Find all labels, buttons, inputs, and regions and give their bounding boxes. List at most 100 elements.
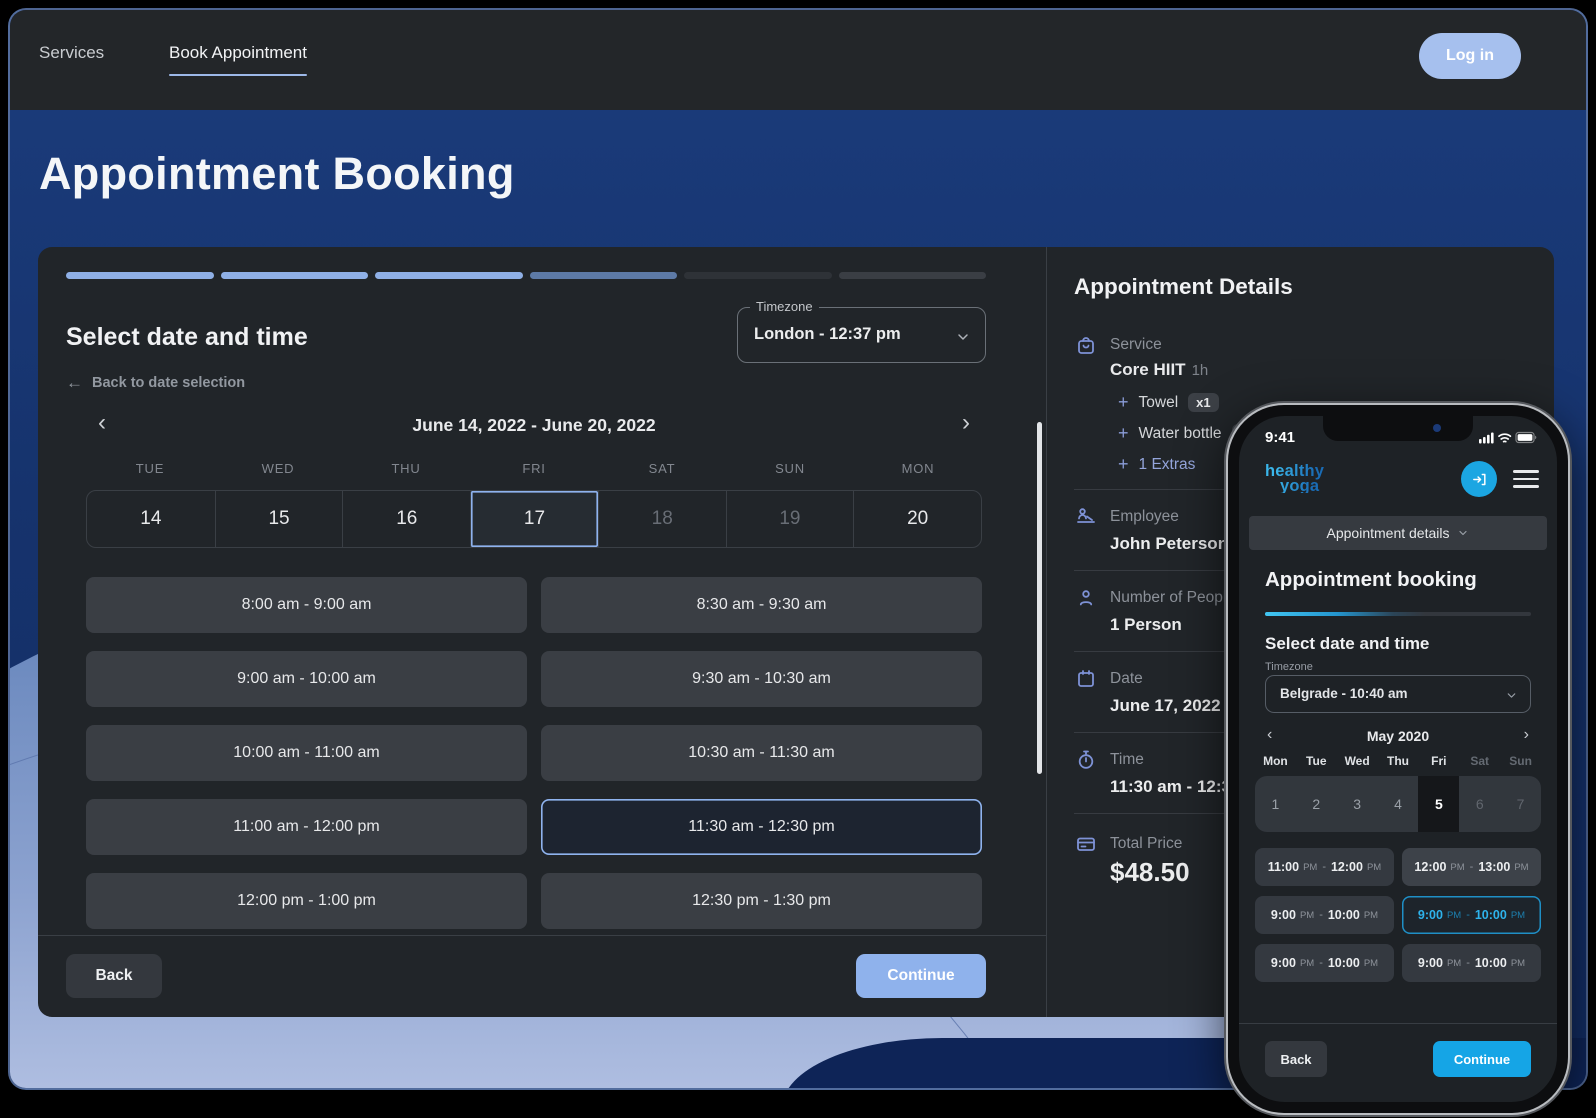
time-slot[interactable]: 9:00PM-10:00PM bbox=[1255, 896, 1394, 934]
progress-segment bbox=[839, 272, 987, 279]
left-arrow-icon: ← bbox=[66, 373, 83, 393]
phone-back-button[interactable]: Back bbox=[1265, 1041, 1327, 1077]
back-button[interactable]: Back bbox=[66, 954, 162, 998]
time-slot-selected[interactable]: 11:30 am - 12:30 pm bbox=[541, 799, 982, 855]
slot-start: 9:00 bbox=[1418, 908, 1443, 922]
date-cell[interactable]: 16 bbox=[342, 491, 470, 547]
details-bar-label: Appointment details bbox=[1327, 525, 1450, 541]
time-slot[interactable]: 12:00PM-13:00PM bbox=[1402, 848, 1541, 886]
progress-segment bbox=[530, 272, 678, 279]
time-slot[interactable]: 9:00PM-10:00PM bbox=[1255, 944, 1394, 982]
time-slot[interactable]: 9:00 am - 10:00 am bbox=[86, 651, 527, 707]
phone-timezone-label: Timezone bbox=[1265, 661, 1313, 673]
time-slot[interactable]: 8:00 am - 9:00 am bbox=[86, 577, 527, 633]
weekday-label: Fri bbox=[1418, 754, 1459, 768]
slot-start: 9:00 bbox=[1271, 908, 1296, 922]
time-slot[interactable]: 9:00PM-10:00PM bbox=[1402, 944, 1541, 982]
progress-bar bbox=[66, 272, 986, 279]
phone-timezone-value: Belgrade - 10:40 am bbox=[1280, 686, 1408, 701]
service-extras[interactable]: + 1 Extras bbox=[1118, 454, 1195, 475]
battery-icon bbox=[1516, 433, 1536, 443]
slot-end: 10:00 bbox=[1475, 908, 1507, 922]
appointment-details-toggle[interactable]: Appointment details bbox=[1249, 516, 1547, 550]
scrollbar[interactable] bbox=[1037, 422, 1042, 774]
time-slot[interactable]: 9:30 am - 10:30 am bbox=[541, 651, 982, 707]
next-week-button[interactable]: › bbox=[962, 409, 970, 437]
slot-meridiem: PM bbox=[1300, 958, 1314, 969]
hamburger-menu-icon[interactable] bbox=[1513, 470, 1539, 488]
continue-button[interactable]: Continue bbox=[856, 954, 986, 998]
calendar-icon bbox=[1074, 667, 1098, 691]
date-cell[interactable]: 20 bbox=[853, 491, 981, 547]
phone-login-button[interactable] bbox=[1461, 461, 1497, 497]
phone-continue-button[interactable]: Continue bbox=[1433, 1041, 1531, 1077]
phone-timezone-select[interactable]: Belgrade - 10:40 am bbox=[1265, 675, 1531, 713]
addon-name: Water bottle bbox=[1139, 425, 1222, 443]
slot-meridiem: PM bbox=[1447, 910, 1461, 921]
time-slot[interactable]: 11:00 am - 12:00 pm bbox=[86, 799, 527, 855]
time-slot[interactable]: 8:30 am - 9:30 am bbox=[541, 577, 982, 633]
service-name: Core HIIT 1h bbox=[1110, 360, 1208, 380]
credit-card-icon bbox=[1074, 832, 1098, 856]
date-cell-selected[interactable]: 5 bbox=[1418, 776, 1459, 832]
employee-icon bbox=[1074, 505, 1098, 529]
date-cell[interactable]: 4 bbox=[1378, 776, 1419, 832]
login-button[interactable]: Log in bbox=[1419, 33, 1521, 79]
week-range-label: June 14, 2022 - June 20, 2022 bbox=[86, 415, 982, 436]
service-name-text: Core HIIT bbox=[1110, 360, 1186, 379]
employee-value: John Peterson bbox=[1110, 534, 1228, 554]
slot-meridiem: PM bbox=[1511, 910, 1525, 921]
slot-meridiem: PM bbox=[1364, 958, 1378, 969]
weekday-label: Sat bbox=[1459, 754, 1500, 768]
wifi-icon bbox=[1499, 434, 1510, 441]
progress-segment bbox=[375, 272, 523, 279]
extras-label: 1 Extras bbox=[1139, 456, 1196, 474]
slot-meridiem: PM bbox=[1511, 958, 1525, 969]
time-slot[interactable]: 10:00 am - 11:00 am bbox=[86, 725, 527, 781]
page-title: Appointment Booking bbox=[39, 148, 515, 200]
slot-meridiem: PM bbox=[1367, 862, 1381, 873]
timezone-value: London - 12:37 pm bbox=[754, 325, 901, 344]
people-value: 1 Person bbox=[1110, 615, 1182, 635]
status-icons bbox=[1479, 431, 1537, 449]
addon-name: Towel bbox=[1139, 394, 1179, 412]
slot-separator: - bbox=[1466, 957, 1470, 969]
time-slot[interactable]: 12:00 pm - 1:00 pm bbox=[86, 873, 527, 929]
plus-icon: + bbox=[1118, 454, 1129, 475]
slot-end: 10:00 bbox=[1328, 956, 1360, 970]
progress-segment bbox=[684, 272, 832, 279]
date-cell[interactable]: 15 bbox=[215, 491, 343, 547]
date-cell[interactable]: 2 bbox=[1296, 776, 1337, 832]
weekday-label: Wed bbox=[1337, 754, 1378, 768]
slot-end: 12:00 bbox=[1331, 860, 1363, 874]
date-cell[interactable]: 3 bbox=[1337, 776, 1378, 832]
signal-icon bbox=[1479, 433, 1494, 444]
slot-separator: - bbox=[1470, 861, 1474, 873]
weekday-label: THU bbox=[342, 461, 470, 476]
chevron-down-icon bbox=[955, 329, 971, 350]
timezone-select[interactable]: Timezone London - 12:37 pm bbox=[737, 307, 986, 363]
date-cell[interactable]: 14 bbox=[87, 491, 215, 547]
time-slot-selected[interactable]: 9:00PM-10:00PM bbox=[1402, 896, 1541, 934]
month-label: May 2020 bbox=[1265, 728, 1531, 744]
slot-separator: - bbox=[1322, 861, 1326, 873]
time-slot[interactable]: 12:30 pm - 1:30 pm bbox=[541, 873, 982, 929]
people-label: Number of People bbox=[1110, 589, 1235, 607]
date-cell-selected[interactable]: 17 bbox=[470, 491, 598, 547]
service-duration: 1h bbox=[1192, 362, 1209, 379]
time-slot[interactable]: 11:00PM-12:00PM bbox=[1255, 848, 1394, 886]
time-slot[interactable]: 10:30 am - 11:30 am bbox=[541, 725, 982, 781]
service-label: Service bbox=[1110, 336, 1162, 354]
weekday-label: WED bbox=[214, 461, 342, 476]
progress-segment bbox=[66, 272, 214, 279]
weekday-label: FRI bbox=[470, 461, 598, 476]
back-to-date-selection-link[interactable]: ← Back to date selection bbox=[66, 373, 245, 393]
slot-meridiem: PM bbox=[1364, 910, 1378, 921]
price-label: Total Price bbox=[1110, 835, 1182, 853]
phone-page-title: Appointment booking bbox=[1265, 568, 1477, 592]
next-month-button[interactable]: › bbox=[1524, 726, 1529, 744]
date-cell[interactable]: 1 bbox=[1255, 776, 1296, 832]
nav-item-book-appointment[interactable]: Book Appointment bbox=[169, 43, 307, 63]
footer-divider bbox=[38, 935, 1046, 936]
nav-item-services[interactable]: Services bbox=[39, 43, 104, 63]
